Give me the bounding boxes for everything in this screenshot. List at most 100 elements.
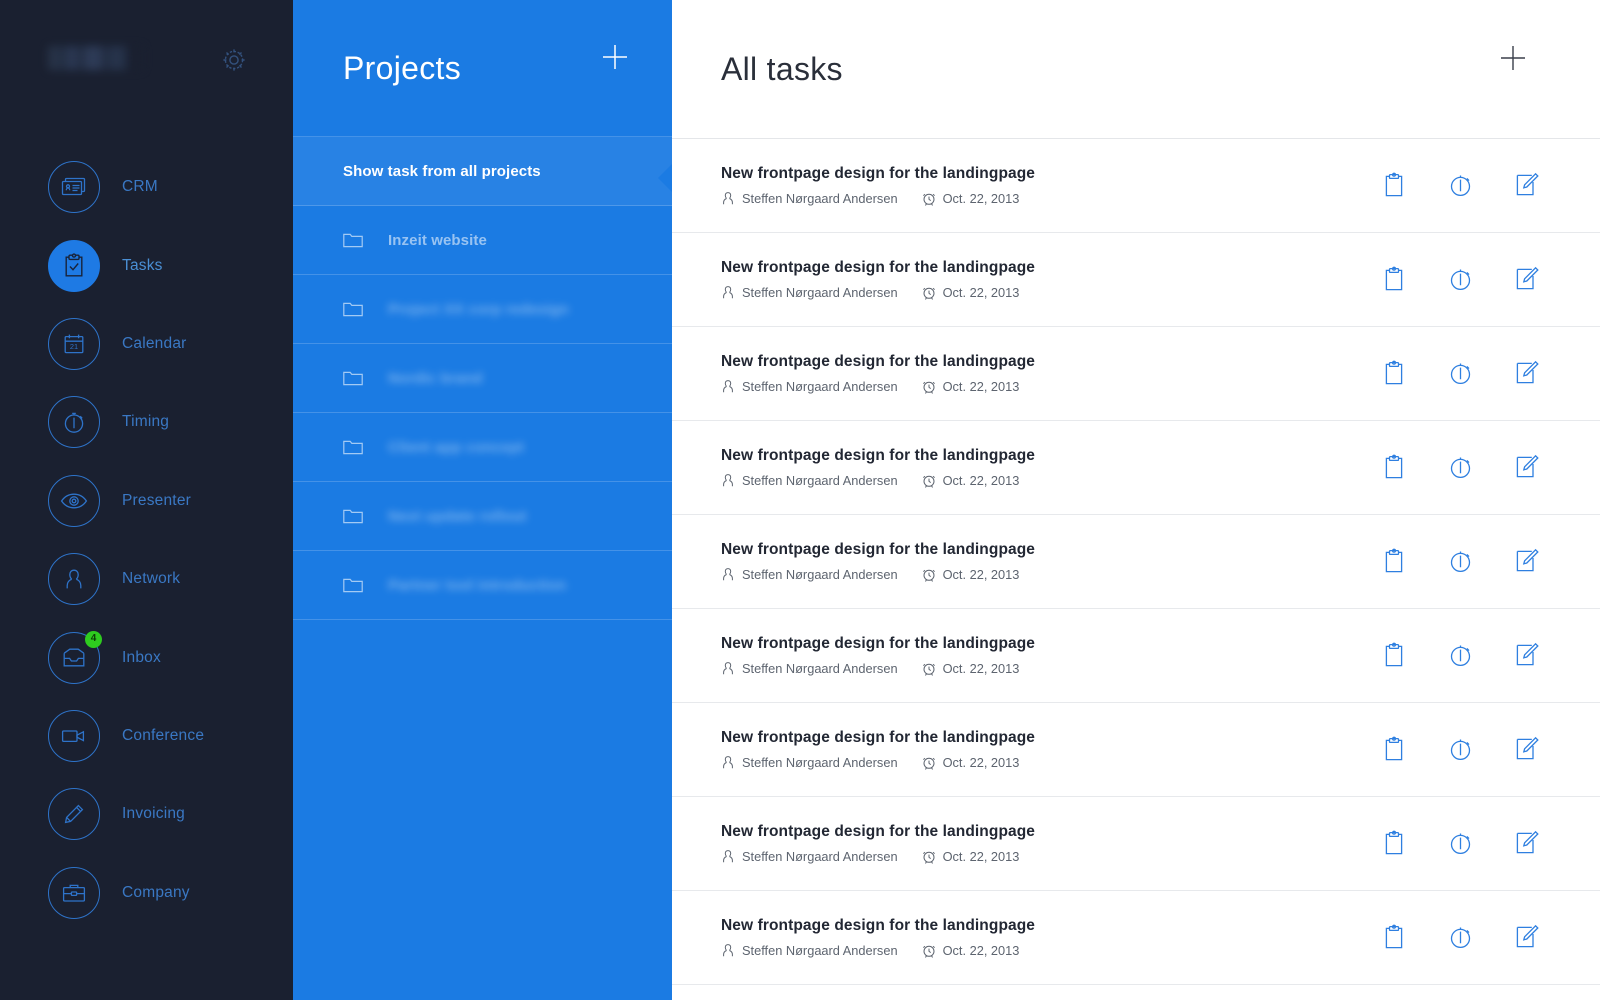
task-meta: Steffen Nørgaard Andersen Oct. 22, 2013: [721, 285, 1035, 300]
table-row[interactable]: New frontpage design for the landingpage…: [672, 139, 1600, 233]
project-name: Partner tool introduction: [388, 576, 567, 594]
task-due-date: Oct. 22, 2013: [922, 191, 1019, 206]
assignee-name: Steffen Nørgaard Andersen: [742, 473, 898, 488]
table-row[interactable]: New frontpage design for the landingpage…: [672, 703, 1600, 797]
sidebar-item-company[interactable]: Company: [0, 854, 293, 932]
sidebar-item-conference[interactable]: Conference: [0, 697, 293, 775]
task-title: New frontpage design for the landingpage: [721, 541, 1036, 558]
project-item[interactable]: Client app concept: [293, 413, 672, 482]
task-due-date: Oct. 22, 2013: [922, 943, 1019, 958]
task-actions: [1382, 924, 1542, 952]
project-item-all[interactable]: Show task from all projects: [293, 137, 672, 206]
clipboard-icon[interactable]: [1382, 266, 1410, 294]
task-content: New frontpage design for the landingpage…: [721, 635, 1035, 676]
alarm-clock-icon: [922, 473, 936, 488]
task-title: New frontpage design for the landingpage: [721, 635, 1036, 652]
edit-pencil-icon[interactable]: [1514, 360, 1542, 388]
stopwatch-icon[interactable]: [1448, 454, 1476, 482]
clipboard-icon[interactable]: [1382, 172, 1410, 200]
task-meta: Steffen Nørgaard Andersen Oct. 22, 2013: [721, 567, 1035, 582]
clipboard-icon[interactable]: [1382, 736, 1410, 764]
edit-pencil-icon[interactable]: [1514, 830, 1542, 858]
person-icon: [721, 285, 735, 300]
task-content: New frontpage design for the landingpage…: [721, 917, 1035, 958]
table-row[interactable]: New frontpage design for the landingpage…: [672, 327, 1600, 421]
video-camera-icon: [48, 709, 100, 762]
alarm-clock-icon: [922, 379, 936, 394]
project-item[interactable]: Next update rollout: [293, 482, 672, 551]
clipboard-check-icon: [48, 239, 100, 292]
stopwatch-icon[interactable]: [1448, 924, 1476, 952]
task-title: New frontpage design for the landingpage: [721, 729, 1036, 746]
clipboard-icon[interactable]: [1382, 360, 1410, 388]
add-project-button[interactable]: [600, 42, 630, 72]
table-row[interactable]: New frontpage design for the landingpage…: [672, 515, 1600, 609]
due-date-text: Oct. 22, 2013: [942, 661, 1020, 676]
add-task-button[interactable]: [1498, 43, 1528, 73]
edit-pencil-icon[interactable]: [1514, 736, 1542, 764]
sidebar-item-timing[interactable]: Timing: [0, 383, 293, 461]
folder-icon: [343, 370, 363, 386]
task-meta: Steffen Nørgaard Andersen Oct. 22, 2013: [721, 191, 1035, 206]
task-meta: Steffen Nørgaard Andersen Oct. 22, 2013: [721, 473, 1035, 488]
stopwatch-icon[interactable]: [1448, 642, 1476, 670]
alarm-clock-icon: [922, 755, 936, 770]
task-title: New frontpage design for the landingpage: [721, 447, 1036, 464]
table-row[interactable]: New frontpage design for the landingpage…: [672, 891, 1600, 985]
clipboard-icon[interactable]: [1382, 642, 1410, 670]
alarm-clock-icon: [922, 849, 936, 864]
app-logo: [48, 46, 143, 70]
stopwatch-icon: [48, 396, 100, 449]
stopwatch-icon[interactable]: [1448, 548, 1476, 576]
sidebar-item-invoicing[interactable]: Invoicing: [0, 775, 293, 853]
edit-pencil-icon[interactable]: [1514, 642, 1542, 670]
clipboard-icon[interactable]: [1382, 830, 1410, 858]
project-item[interactable]: Partner tool introduction: [293, 551, 672, 620]
gear-icon[interactable]: [220, 46, 248, 74]
edit-pencil-icon[interactable]: [1514, 924, 1542, 952]
clipboard-icon[interactable]: [1382, 454, 1410, 482]
folder-icon: [343, 439, 363, 455]
stopwatch-icon[interactable]: [1448, 172, 1476, 200]
folder-icon: [343, 508, 363, 524]
task-due-date: Oct. 22, 2013: [922, 755, 1019, 770]
task-actions: [1382, 548, 1542, 576]
due-date-text: Oct. 22, 2013: [942, 473, 1020, 488]
sidebar-item-calendar[interactable]: 21 Calendar: [0, 305, 293, 383]
sidebar-item-network[interactable]: Network: [0, 540, 293, 618]
sidebar-item-crm[interactable]: CRM: [0, 148, 293, 226]
person-icon: [721, 755, 735, 770]
project-item[interactable]: Nordic brand: [293, 344, 672, 413]
clipboard-icon[interactable]: [1382, 924, 1410, 952]
project-item[interactable]: Inzeit website: [293, 206, 672, 275]
edit-pencil-icon[interactable]: [1514, 548, 1542, 576]
task-content: New frontpage design for the landingpage…: [721, 353, 1035, 394]
stopwatch-icon[interactable]: [1448, 736, 1476, 764]
stopwatch-icon[interactable]: [1448, 266, 1476, 294]
edit-pencil-icon[interactable]: [1514, 266, 1542, 294]
task-actions: [1382, 266, 1542, 294]
sidebar-item-label: Tasks: [122, 256, 163, 274]
sidebar-item-presenter[interactable]: Presenter: [0, 462, 293, 540]
task-actions: [1382, 360, 1542, 388]
pencil-icon: [48, 788, 100, 841]
task-assignee: Steffen Nørgaard Andersen: [721, 473, 898, 488]
sidebar-item-tasks[interactable]: Tasks: [0, 226, 293, 304]
task-title: New frontpage design for the landingpage: [721, 165, 1036, 182]
table-row[interactable]: New frontpage design for the landingpage…: [672, 797, 1600, 891]
edit-pencil-icon[interactable]: [1514, 172, 1542, 200]
stopwatch-icon[interactable]: [1448, 360, 1476, 388]
clipboard-icon[interactable]: [1382, 548, 1410, 576]
table-row[interactable]: New frontpage design for the landingpage…: [672, 609, 1600, 703]
edit-pencil-icon[interactable]: [1514, 454, 1542, 482]
briefcase-icon: [48, 866, 100, 919]
task-content: New frontpage design for the landingpage…: [721, 823, 1035, 864]
alarm-clock-icon: [922, 567, 936, 582]
table-row[interactable]: New frontpage design for the landingpage…: [672, 233, 1600, 327]
project-item[interactable]: Project XX corp redesign: [293, 275, 672, 344]
table-row[interactable]: New frontpage design for the landingpage…: [672, 421, 1600, 515]
sidebar-item-label: Timing: [122, 413, 170, 431]
stopwatch-icon[interactable]: [1448, 830, 1476, 858]
sidebar-item-inbox[interactable]: 4 Inbox: [0, 618, 293, 696]
projects-header: Projects: [293, 0, 672, 137]
